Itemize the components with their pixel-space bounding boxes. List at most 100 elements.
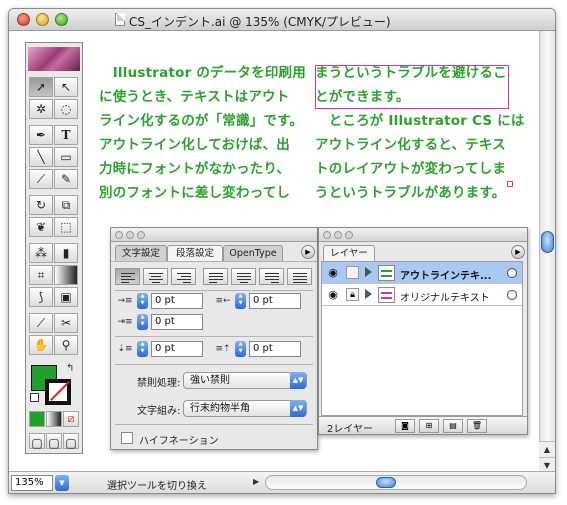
vertical-scroll-thumb[interactable] bbox=[541, 231, 554, 253]
panel-title-bar[interactable] bbox=[111, 228, 317, 242]
left-indent-stepper[interactable]: ▲ ▼ bbox=[137, 293, 148, 309]
blend-tool-icon[interactable]: ▣ bbox=[54, 287, 78, 307]
pencil-tool-icon[interactable]: ✎ bbox=[54, 169, 78, 189]
default-colors-icon[interactable] bbox=[30, 393, 39, 402]
fullscreen-mode-icon[interactable]: ▢ bbox=[63, 433, 79, 450]
expand-triangle-icon[interactable] bbox=[365, 267, 372, 277]
swap-colors-icon[interactable]: ↰ bbox=[66, 363, 74, 374]
horizontal-scroll-thumb[interactable] bbox=[376, 477, 396, 488]
right-indent-icon: ≡← bbox=[215, 296, 231, 306]
pen-tool-icon[interactable]: ✒ bbox=[29, 125, 53, 145]
first-line-indent-stepper[interactable]: ▲ ▼ bbox=[137, 314, 148, 330]
tab-opentype[interactable]: OpenType bbox=[223, 245, 283, 261]
text-column-right[interactable]: まうというトラブルを避けるこ とができます。 ところが Illustrator … bbox=[315, 61, 525, 205]
text-column-left[interactable]: Illustrator のデータを印刷用 に使うとき、テキストはアウト ライン化… bbox=[99, 61, 306, 205]
space-after-stepper[interactable]: ▲ ▼ bbox=[235, 341, 246, 357]
panel-zoom-button[interactable] bbox=[345, 231, 353, 239]
justify-left-button[interactable] bbox=[203, 268, 228, 285]
tab-paragraph[interactable]: 段落設定 bbox=[167, 245, 223, 262]
selection-tool-icon[interactable]: ➚ bbox=[29, 77, 53, 97]
standard-screen-mode-icon[interactable]: ▢ bbox=[29, 433, 45, 450]
document-icon[interactable] bbox=[115, 13, 125, 26]
target-circle-icon[interactable] bbox=[507, 290, 517, 300]
horizontal-scrollbar[interactable] bbox=[265, 475, 527, 490]
scroll-up-arrow[interactable]: ▲ bbox=[539, 441, 555, 457]
zoom-field[interactable]: 135% bbox=[11, 475, 53, 491]
eyedropper-tool-icon[interactable]: ⟆ bbox=[29, 287, 53, 307]
line-tool-icon[interactable]: ╲ bbox=[29, 147, 53, 167]
kinsoku-popup[interactable]: 強い禁則 ▲▼ bbox=[183, 372, 307, 389]
align-right-button[interactable] bbox=[171, 268, 196, 285]
tab-character[interactable]: 文字設定 bbox=[115, 245, 167, 261]
left-indent-field[interactable]: 0 pt bbox=[151, 293, 203, 309]
free-transform-tool-icon[interactable]: ⬚ bbox=[54, 217, 78, 237]
layer-name[interactable]: オリジナルテキスト bbox=[400, 289, 490, 304]
rotate-tool-icon[interactable]: ↻ bbox=[29, 195, 53, 215]
status-popup-arrow[interactable]: ▶ bbox=[253, 477, 259, 486]
paintbrush-tool-icon[interactable]: ⟋ bbox=[29, 169, 53, 189]
justify-right-button[interactable] bbox=[259, 268, 284, 285]
lock-icon[interactable]: 🔒︎ bbox=[346, 288, 359, 301]
panel-menu-button[interactable]: ▶ bbox=[301, 245, 315, 259]
eye-icon[interactable]: ◉ bbox=[325, 288, 341, 302]
align-center-button[interactable] bbox=[143, 268, 168, 285]
lasso-tool-icon[interactable]: ◌ bbox=[54, 99, 78, 119]
eye-icon[interactable]: ◉ bbox=[325, 266, 341, 280]
mesh-tool-icon[interactable]: ⌗ bbox=[29, 265, 53, 285]
new-sublayer-icon[interactable]: ⊞ bbox=[419, 419, 439, 433]
none-mode-icon[interactable]: ⧄ bbox=[63, 411, 79, 427]
status-text[interactable]: 選択ツールを切り換え bbox=[107, 477, 207, 492]
make-clipping-mask-icon[interactable]: ◙ bbox=[395, 419, 415, 433]
scale-tool-icon[interactable]: ⧉ bbox=[54, 195, 78, 215]
hand-tool-icon[interactable]: ✋ bbox=[29, 335, 53, 355]
title-bar[interactable]: CS_インデント.ai @ 135% (CMYK/プレビュー) bbox=[9, 9, 555, 31]
delete-layer-icon[interactable]: 🗑︎ bbox=[467, 419, 487, 433]
align-left-button[interactable] bbox=[115, 268, 140, 285]
expand-triangle-icon[interactable] bbox=[365, 289, 372, 299]
panel-minimize-button[interactable] bbox=[334, 231, 342, 239]
panel-close-button[interactable] bbox=[115, 231, 123, 239]
panel-close-button[interactable] bbox=[323, 231, 331, 239]
lock-toggle[interactable] bbox=[346, 266, 359, 279]
vertical-scrollbar[interactable]: ▲ ▼ bbox=[539, 31, 555, 473]
symbol-sprayer-tool-icon[interactable]: ⁂ bbox=[29, 243, 53, 263]
layer-name[interactable]: アウトラインテキ... bbox=[400, 267, 491, 282]
justify-all-button[interactable] bbox=[287, 268, 312, 285]
zoom-popup-button[interactable]: ▼ bbox=[55, 475, 69, 491]
stroke-color-swatch[interactable] bbox=[45, 379, 71, 405]
warp-tool-icon[interactable]: ❦ bbox=[29, 217, 53, 237]
tab-layers[interactable]: レイヤー bbox=[323, 245, 375, 262]
space-before-field[interactable]: 0 pt bbox=[151, 341, 203, 357]
color-mode-icon[interactable] bbox=[29, 411, 45, 427]
space-before-stepper[interactable]: ▲ ▼ bbox=[137, 341, 148, 357]
justify-center-button[interactable] bbox=[231, 268, 256, 285]
rectangle-tool-icon[interactable]: ▭ bbox=[54, 147, 78, 167]
gradient-mode-icon[interactable] bbox=[46, 411, 62, 427]
close-button[interactable] bbox=[17, 13, 30, 26]
magic-wand-tool-icon[interactable]: ✲ bbox=[29, 99, 53, 119]
column-graph-tool-icon[interactable]: ▮ bbox=[54, 243, 78, 263]
right-indent-field[interactable]: 0 pt bbox=[249, 293, 301, 309]
target-circle-icon[interactable] bbox=[507, 268, 517, 278]
panel-zoom-button[interactable] bbox=[137, 231, 145, 239]
space-after-field[interactable]: 0 pt bbox=[249, 341, 301, 357]
panel-minimize-button[interactable] bbox=[126, 231, 134, 239]
hyphenation-checkbox[interactable] bbox=[121, 432, 133, 444]
zoom-button[interactable] bbox=[55, 13, 68, 26]
new-layer-icon[interactable]: ▤ bbox=[443, 419, 463, 433]
minimize-button[interactable] bbox=[36, 13, 49, 26]
direct-selection-tool-icon[interactable]: ↖ bbox=[54, 77, 78, 97]
scissors-tool-icon[interactable]: ✂ bbox=[54, 313, 78, 333]
layer-row[interactable]: ◉ 🔒︎ オリジナルテキスト bbox=[322, 284, 522, 306]
slice-tool-icon[interactable]: ⟋ bbox=[29, 313, 53, 333]
layer-row[interactable]: ◉ アウトラインテキ... bbox=[322, 262, 522, 284]
type-tool-icon[interactable]: T bbox=[54, 125, 78, 145]
gradient-tool-icon[interactable] bbox=[54, 265, 78, 285]
fullscreen-menu-mode-icon[interactable]: ▢ bbox=[46, 433, 62, 450]
first-line-indent-field[interactable]: 0 pt bbox=[151, 314, 203, 330]
right-indent-stepper[interactable]: ▲ ▼ bbox=[235, 293, 246, 309]
panel-menu-button[interactable]: ▶ bbox=[511, 245, 525, 259]
zoom-tool-icon[interactable]: ⚲ bbox=[54, 335, 78, 355]
panel-title-bar[interactable] bbox=[319, 228, 527, 242]
mojikumi-popup[interactable]: 行末約物半角 ▲▼ bbox=[183, 400, 307, 417]
